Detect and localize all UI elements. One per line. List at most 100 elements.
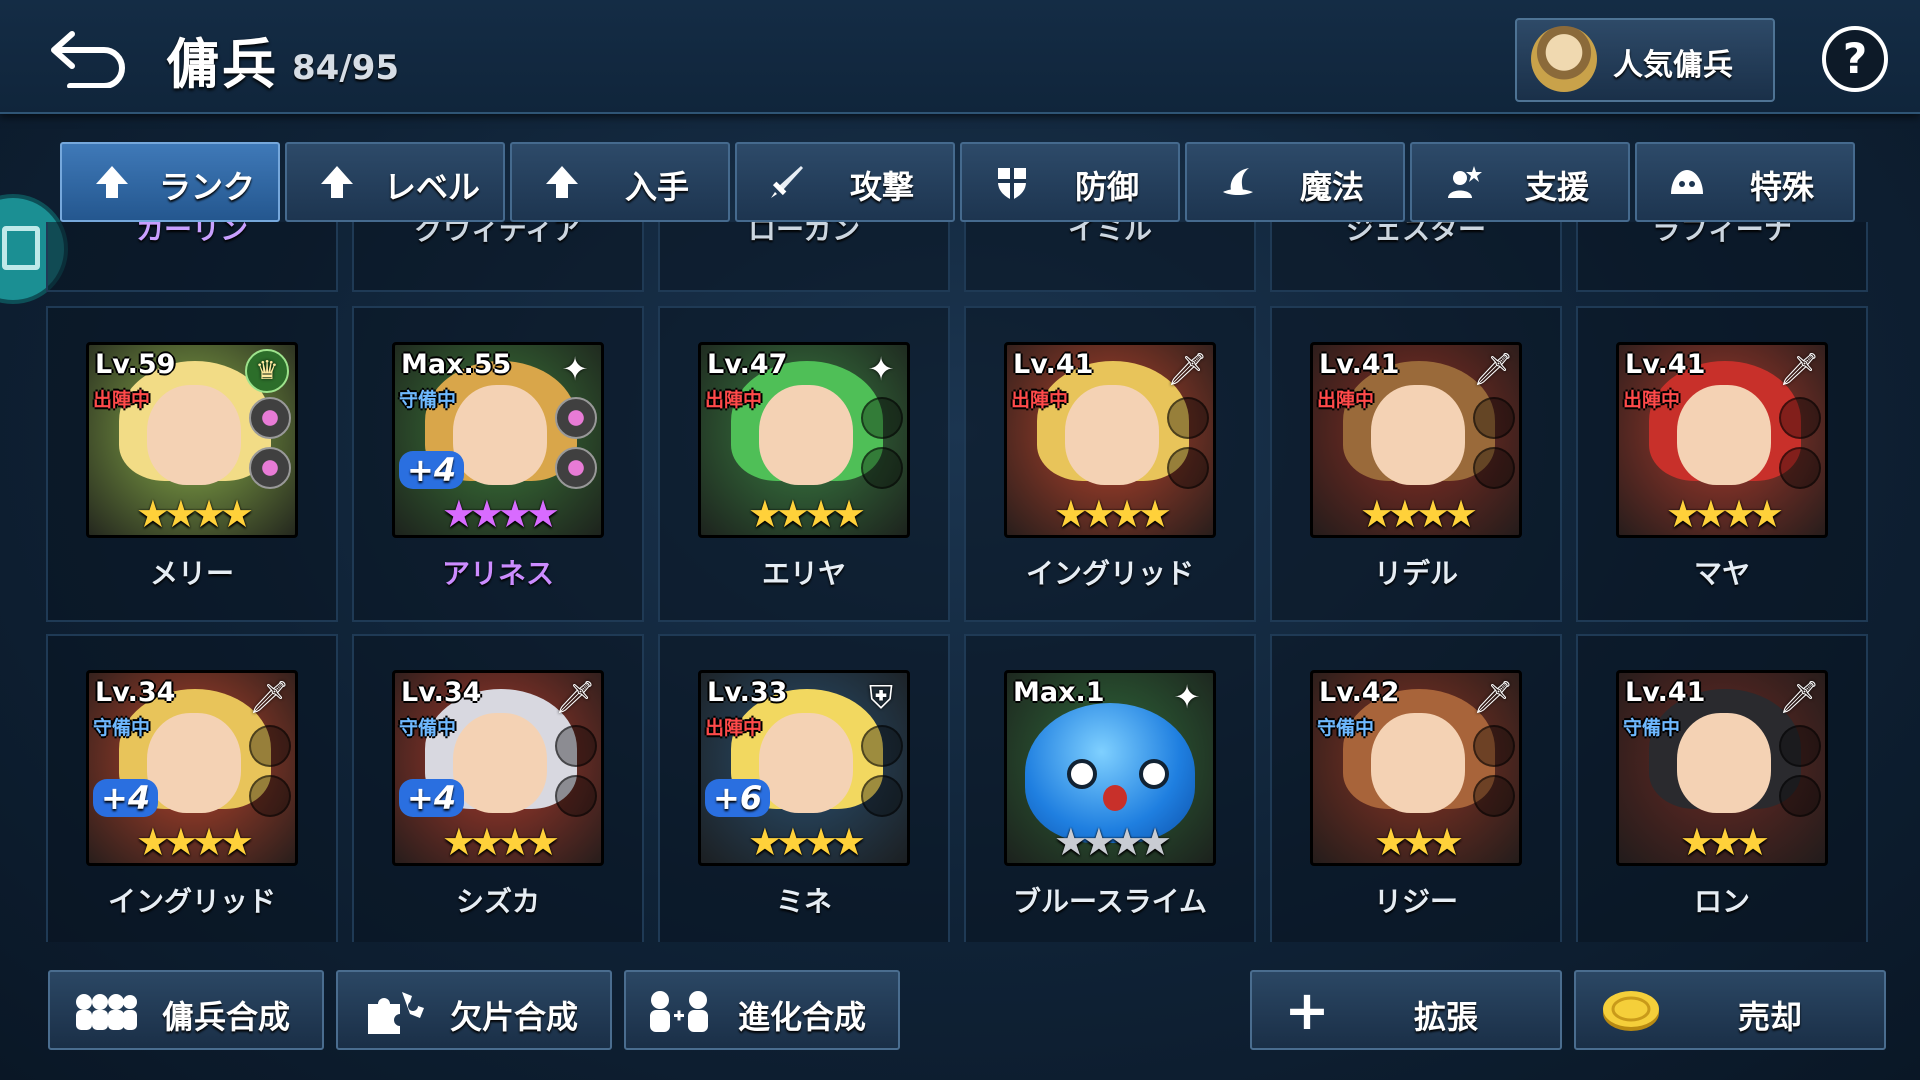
tab-label: 魔法 (1299, 168, 1364, 206)
face (1371, 385, 1465, 485)
partial-card[interactable]: グウィディア (352, 222, 644, 292)
evolution-merge-label: 進化合成 (737, 998, 866, 1036)
tab-sort-1[interactable]: レベル (285, 142, 505, 222)
top-bar: 傭兵 84/95 人気傭兵 ? (0, 0, 1920, 114)
gem-socket-icon (1473, 397, 1515, 439)
mercenary-card[interactable]: Lv.41 出陣中 🗡 ★★★★ イングリッド (964, 306, 1256, 622)
shard-merge-button[interactable]: 欠片合成 (336, 970, 612, 1050)
mercenary-count: 84/95 (292, 48, 400, 88)
mercenary-name: イングリッド (1025, 557, 1194, 590)
tab-sort-4[interactable]: 防御 (960, 142, 1180, 222)
level-text: Lv.34 (401, 677, 482, 708)
tab-label: レベル (383, 168, 480, 206)
deploy-status: 出陣中 (1317, 389, 1375, 411)
popular-avatar-icon (1531, 26, 1597, 92)
tab-sort-0[interactable]: ランク (60, 142, 280, 222)
mercenary-name: ブルースライム (1012, 885, 1208, 918)
sell-button[interactable]: 売却 (1574, 970, 1886, 1050)
deploy-status: 出陣中 (1011, 389, 1069, 411)
page-title: 傭兵 (166, 33, 278, 96)
back-arrow-icon (51, 31, 125, 89)
mercenary-card[interactable]: Lv.47 出陣中 ✦ ★★★★ エリヤ (658, 306, 950, 622)
mercenary-card[interactable]: Lv.33 出陣中 +6 ⛨ ★★★★ ミネ (658, 634, 950, 942)
expand-button[interactable]: + 拡張 (1250, 970, 1562, 1050)
deploy-status: 出陣中 (93, 389, 151, 411)
mercenary-card[interactable]: Lv.41 出陣中 🗡 ★★★★ リデル (1270, 306, 1562, 622)
tab-sort-7[interactable]: 特殊 (1635, 142, 1855, 222)
evolution-merge-button[interactable]: 進化合成 (624, 970, 900, 1050)
gem-sockets (555, 725, 597, 825)
face (759, 385, 853, 485)
mercenary-grid[interactable]: カーリン グウィディア ローガン イミル ジェスター ラフィーナ Lv.59 出陣中 ♛ ★★★… (46, 222, 1876, 942)
star-rating: ★★★★ (441, 820, 560, 864)
gem-sockets (249, 397, 291, 497)
mercenary-merge-button[interactable]: 傭兵合成 (48, 970, 324, 1050)
mercenary-name: イミル (1067, 222, 1152, 246)
sword-icon: 🗡 (555, 678, 596, 716)
popular-mercenary-button[interactable]: 人気傭兵 (1515, 18, 1775, 102)
sword-icon (767, 162, 807, 202)
face (1065, 385, 1159, 485)
gem-socket-icon (1473, 725, 1515, 767)
mercenary-name: アリネス (441, 557, 554, 590)
tab-sort-5[interactable]: 魔法 (1185, 142, 1405, 222)
gem-socket-icon (555, 775, 597, 817)
star-rating: ★★★★ (135, 492, 254, 536)
tab-label: 防御 (1074, 168, 1139, 206)
mercenary-card[interactable]: Lv.41 守備中 🗡 ★★★ ロン (1576, 634, 1868, 942)
sell-label: 売却 (1737, 998, 1802, 1036)
deploy-status: 出陣中 (705, 717, 763, 739)
sword-icon: 🗡 (249, 678, 290, 716)
deploy-status: 守備中 (399, 389, 457, 411)
mercenary-card[interactable]: Lv.42 守備中 🗡 ★★★ リジー (1270, 634, 1562, 942)
mercenary-portrait: Lv.34 守備中 +4 🗡 ★★★★ (86, 670, 298, 866)
gem-socket-icon (249, 397, 291, 439)
partial-card[interactable]: ジェスター (1270, 222, 1562, 292)
mercenary-card[interactable]: Lv.34 守備中 +4 🗡 ★★★★ イングリッド (46, 634, 338, 942)
tab-sort-6[interactable]: 支援 (1410, 142, 1630, 222)
back-button[interactable] (46, 22, 132, 89)
gem-socket-icon (1779, 447, 1821, 489)
mercenary-portrait: Lv.41 出陣中 🗡 ★★★★ (1004, 342, 1216, 538)
deploy-status: 守備中 (399, 717, 457, 739)
mercenaries-icon (70, 984, 140, 1038)
mercenary-name: ロン (1693, 885, 1750, 918)
partial-card[interactable]: ローガン (658, 222, 950, 292)
mercenary-card[interactable]: Lv.34 守備中 +4 🗡 ★★★★ シズカ (352, 634, 644, 942)
sword-icon: 🗡 (1167, 350, 1208, 388)
tab-sort-3[interactable]: 攻撃 (735, 142, 955, 222)
partial-card[interactable]: イミル (964, 222, 1256, 292)
mercenary-card[interactable]: Lv.59 出陣中 ♛ ★★★★ メリー (46, 306, 338, 622)
mercenary-name: イングリッド (107, 885, 276, 918)
partial-card[interactable]: ラフィーナ (1576, 222, 1868, 292)
mercenary-name: リジー (1373, 885, 1458, 918)
tab-sort-2[interactable]: 入手 (510, 142, 730, 222)
enhance-badge: +4 (93, 779, 159, 817)
mercenary-card[interactable]: Lv.41 出陣中 🗡 ★★★★ マヤ (1576, 306, 1868, 622)
gold-coin-icon (1596, 984, 1666, 1038)
tab-label: 支援 (1524, 168, 1589, 206)
mercenary-portrait: Lv.41 守備中 🗡 ★★★ (1616, 670, 1828, 866)
mercenary-portrait: Lv.34 守備中 +4 🗡 ★★★★ (392, 670, 604, 866)
support-icon: ✦ (561, 350, 589, 388)
star-rating: ★★★ (1373, 820, 1464, 864)
tab-label: ランク (158, 168, 255, 206)
gem-sockets (1167, 397, 1209, 497)
gem-socket-icon (1167, 447, 1209, 489)
mercenary-portrait: Lv.59 出陣中 ♛ ★★★★ (86, 342, 298, 538)
mercenary-card[interactable]: Max.55 守備中 +4 ✦ ★★★★ アリネス (352, 306, 644, 622)
arrow-up-icon (317, 162, 357, 202)
mercenary-merge-label: 傭兵合成 (161, 998, 290, 1036)
partial-card[interactable]: カーリン (46, 222, 338, 292)
partial-row: カーリン グウィディア ローガン イミル ジェスター ラフィーナ (46, 222, 1876, 292)
gem-socket-icon (249, 725, 291, 767)
slime-mouth (1103, 785, 1127, 811)
enhance-badge: +4 (399, 779, 465, 817)
help-icon[interactable]: ? (1822, 26, 1888, 92)
face (453, 385, 547, 485)
support-icon: ✦ (867, 350, 895, 388)
mercenary-name: メリー (149, 557, 234, 590)
face (1677, 713, 1771, 813)
gem-socket-icon (1167, 397, 1209, 439)
mercenary-card[interactable]: Max.1 ✦ ★★★★ ブルースライム (964, 634, 1256, 942)
